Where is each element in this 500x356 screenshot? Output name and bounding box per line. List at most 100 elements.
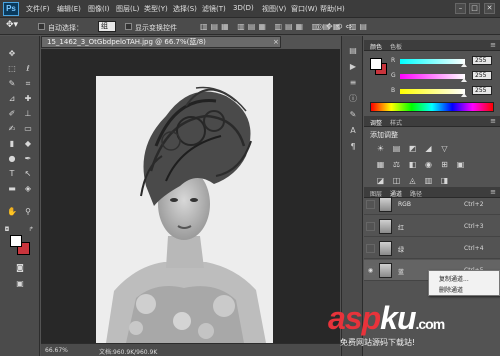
slider-g-value[interactable]: 255 <box>472 71 492 80</box>
slider-g-thumb[interactable] <box>461 78 467 82</box>
visibility-toggle[interactable] <box>366 244 375 253</box>
menu-file[interactable]: 文件(F) <box>26 4 50 14</box>
slider-g[interactable]: G 255 <box>391 71 497 82</box>
document-tab[interactable]: 15_1462_3_OtGbdpeloTAH.jpg @ 66.7%(蓝/8) … <box>41 36 281 48</box>
invert-icon[interactable]: ◪ <box>376 176 385 185</box>
selective-color-icon[interactable]: ◨ <box>440 176 449 185</box>
crop-tool-icon[interactable]: ⌗ <box>22 78 34 89</box>
channel-row-green[interactable]: 绿 Ctrl+4 <box>364 238 500 259</box>
minimize-button[interactable]: – <box>455 3 466 14</box>
dodge-tool-icon[interactable]: ● <box>6 153 18 164</box>
vibrance-icon[interactable]: ▽ <box>440 144 449 153</box>
menu-delete-channel[interactable]: 删除通道 <box>439 285 463 294</box>
slider-r-thumb[interactable] <box>461 63 467 67</box>
screen-mode-icon[interactable]: ▣ <box>14 278 26 289</box>
swap-colors-icon[interactable]: ↱ <box>27 224 35 235</box>
document-info[interactable]: 文档:960.9K/960.9K <box>99 347 157 356</box>
pen-tool-icon[interactable]: ✒ <box>22 153 34 164</box>
menu-help[interactable]: 帮助(H) <box>320 4 345 14</box>
auto-select-dropdown[interactable]: 组 <box>98 21 116 32</box>
menu-window[interactable]: 窗口(W) <box>291 4 317 14</box>
color-lookup-icon[interactable]: ▣ <box>456 160 465 169</box>
color-spectrum[interactable] <box>370 102 494 112</box>
threshold-icon[interactable]: ◬ <box>408 176 417 185</box>
menu-type[interactable]: 类型(Y) <box>144 4 168 14</box>
move-tool-preset-icon[interactable]: ✥▾ <box>6 20 22 32</box>
paragraph-icon[interactable]: ¶ <box>347 142 359 152</box>
zoom-level[interactable]: 66.67% <box>45 347 68 354</box>
marquee-tool-icon[interactable]: ⬚ <box>6 63 18 74</box>
show-transform-checkbox[interactable] <box>125 23 132 30</box>
blur-tool-icon[interactable]: ◆ <box>22 138 34 149</box>
tab-adjustments[interactable]: 调整 <box>370 118 382 127</box>
exposure-icon[interactable]: ◢ <box>424 144 433 153</box>
menu-layer[interactable]: 图层(L) <box>116 4 139 14</box>
brush-preset-icon[interactable]: ✎ <box>347 110 359 120</box>
visibility-toggle[interactable] <box>366 200 375 209</box>
black-white-icon[interactable]: ◧ <box>408 160 417 169</box>
history-icon[interactable]: ▤ <box>347 46 359 56</box>
default-colors-icon[interactable]: ◘ <box>3 224 11 235</box>
channel-row-rgb[interactable]: RGB Ctrl+2 <box>364 194 500 215</box>
healing-tool-icon[interactable]: ✚ <box>22 93 34 104</box>
zoom-tool-icon[interactable]: ⚲ <box>22 206 34 217</box>
3d-tool-icon[interactable]: ◈ <box>22 183 34 194</box>
slider-r-track[interactable] <box>400 59 465 64</box>
history-brush-tool-icon[interactable]: ✍ <box>6 123 18 134</box>
clone-stamp-tool-icon[interactable]: ⊥ <box>22 108 34 119</box>
menu-image[interactable]: 图像(I) <box>88 4 110 14</box>
slider-g-track[interactable] <box>400 74 465 79</box>
eye-icon[interactable]: ◉ <box>366 266 375 275</box>
color-panel-foreground[interactable] <box>370 58 382 70</box>
hue-saturation-icon[interactable]: ▦ <box>376 160 385 169</box>
character-icon[interactable]: A <box>347 126 359 136</box>
menu-select[interactable]: 选择(S) <box>173 4 197 14</box>
path-select-tool-icon[interactable]: ↖ <box>22 168 34 179</box>
close-window-button[interactable]: ✕ <box>484 3 495 14</box>
levels-icon[interactable]: ▤ <box>392 144 401 153</box>
slider-b-value[interactable]: 255 <box>472 86 492 95</box>
menu-3d[interactable]: 3D(D) <box>233 4 254 12</box>
lasso-tool-icon[interactable]: ℓ <box>22 63 34 74</box>
visibility-toggle[interactable] <box>366 222 375 231</box>
tab-styles[interactable]: 样式 <box>390 118 402 127</box>
gradient-tool-icon[interactable]: ▮ <box>6 138 18 149</box>
slider-r[interactable]: R 255 <box>391 56 497 67</box>
color-balance-icon[interactable]: ⚖ <box>392 160 401 169</box>
properties-icon[interactable]: ≡ <box>347 78 359 88</box>
3d-mode-icons[interactable]: ◎✥⟲⇔ <box>316 22 355 31</box>
maximize-button[interactable]: □ <box>469 3 480 14</box>
quick-mask-icon[interactable]: ◙ <box>14 262 26 273</box>
panel-menu-icon[interactable]: ≡ <box>490 41 496 49</box>
move-tool-icon[interactable]: ✥ <box>6 48 18 59</box>
photo-filter-icon[interactable]: ◉ <box>424 160 433 169</box>
curves-icon[interactable]: ◩ <box>408 144 417 153</box>
brightness-icon[interactable]: ☀ <box>376 144 385 153</box>
slider-r-value[interactable]: 255 <box>472 56 492 65</box>
actions-icon[interactable]: ▶ <box>347 62 359 72</box>
canvas-area[interactable] <box>41 49 340 343</box>
menu-duplicate-channel[interactable]: 复制通道... <box>439 274 469 283</box>
info-icon[interactable]: ⓘ <box>347 94 359 104</box>
eyedropper-tool-icon[interactable]: ⊿ <box>6 93 18 104</box>
adjust-menu-icon[interactable]: ≡ <box>490 117 496 125</box>
brush-tool-icon[interactable]: ✐ <box>6 108 18 119</box>
quick-select-tool-icon[interactable]: ✎ <box>6 78 18 89</box>
tab-swatches[interactable]: 色板 <box>390 42 402 51</box>
foreground-color-swatch[interactable] <box>10 235 22 247</box>
menu-view[interactable]: 视图(V) <box>262 4 286 14</box>
tab-color[interactable]: 颜色 <box>370 42 382 51</box>
type-tool-icon[interactable]: T <box>6 168 18 179</box>
menu-filter[interactable]: 滤镜(T) <box>202 4 226 14</box>
close-document-button[interactable]: × <box>273 37 279 47</box>
slider-b[interactable]: B 255 <box>391 86 497 97</box>
channel-mixer-icon[interactable]: ⊞ <box>440 160 449 169</box>
channel-row-red[interactable]: 红 Ctrl+3 <box>364 216 500 237</box>
posterize-icon[interactable]: ◫ <box>392 176 401 185</box>
hand-tool-icon[interactable]: ✋ <box>6 206 18 217</box>
eraser-tool-icon[interactable]: ▭ <box>22 123 34 134</box>
gradient-map-icon[interactable]: ▥ <box>424 176 433 185</box>
auto-select-checkbox[interactable] <box>38 23 45 30</box>
menu-edit[interactable]: 编辑(E) <box>57 4 81 14</box>
slider-b-thumb[interactable] <box>461 93 467 97</box>
